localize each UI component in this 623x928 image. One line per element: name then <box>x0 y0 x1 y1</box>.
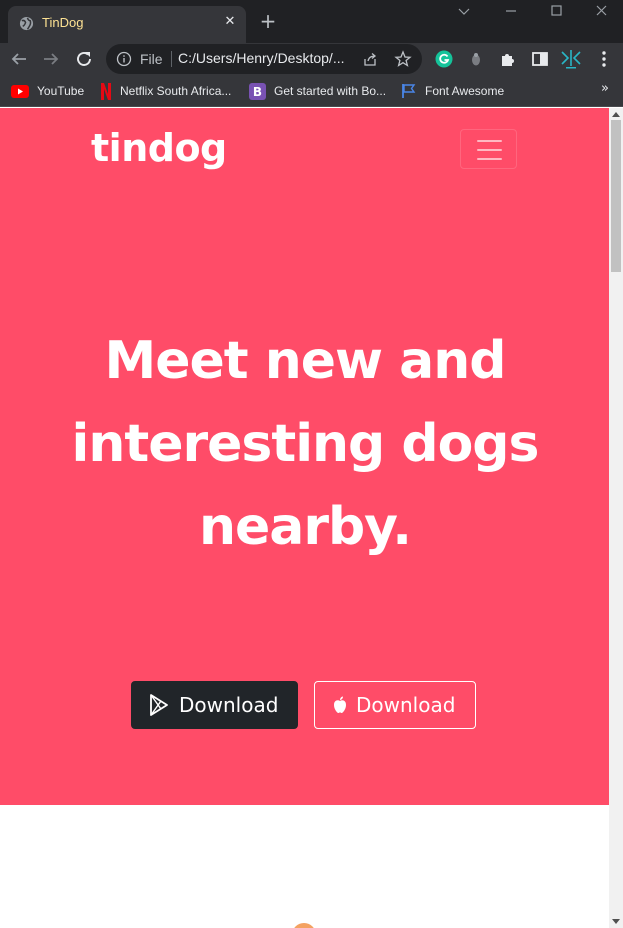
google-play-icon <box>150 694 168 716</box>
reload-icon[interactable] <box>71 46 97 72</box>
netflix-icon <box>101 82 111 100</box>
page-viewport: tindog Meet new and interesting dogs nea… <box>0 108 609 928</box>
browser-tab-bar: TinDog ✕ + <box>0 0 623 43</box>
globe-icon <box>19 16 34 31</box>
tab-title: TinDog <box>42 15 84 30</box>
bookmark-label: Get started with Bo... <box>274 84 387 98</box>
bookmark-netflix[interactable]: Netflix South Africa... <box>100 81 231 101</box>
side-panel-icon[interactable] <box>527 46 553 72</box>
hamburger-icon-line <box>477 140 502 142</box>
extension-icon[interactable] <box>463 46 489 72</box>
hamburger-icon-line <box>477 158 502 160</box>
url-text[interactable]: C:/Users/Henry/Desktop/... <box>178 50 345 66</box>
svg-text:B: B <box>253 85 262 99</box>
share-icon[interactable] <box>362 51 379 68</box>
bookmark-label: Netflix South Africa... <box>120 84 232 98</box>
scroll-down-arrow-icon[interactable] <box>612 917 620 925</box>
scroll-up-arrow-icon[interactable] <box>612 111 620 119</box>
partial-image <box>292 923 316 928</box>
profile-icon[interactable] <box>558 46 584 72</box>
bootstrap-icon: B <box>249 82 266 100</box>
scrollbar-thumb[interactable] <box>611 120 621 272</box>
grammarly-icon[interactable] <box>431 46 457 72</box>
bookmark-label: Font Awesome <box>425 84 505 98</box>
plus-icon[interactable]: + <box>256 9 280 33</box>
bookmark-font-awesome[interactable]: Font Awesome <box>401 81 504 101</box>
minimize-icon[interactable] <box>488 0 534 28</box>
info-icon[interactable] <box>116 51 132 67</box>
navbar-toggler-button[interactable] <box>460 129 517 169</box>
google-play-download-button[interactable]: Download <box>131 681 298 729</box>
hamburger-icon-line <box>477 149 502 151</box>
chevron-down-icon[interactable] <box>441 0 487 28</box>
youtube-icon <box>11 84 29 98</box>
back-icon[interactable] <box>6 46 32 72</box>
address-separator <box>171 51 172 67</box>
bookmarks-bar: YouTube Netflix South Africa... B Get st… <box>0 75 623 107</box>
browser-tab[interactable]: TinDog ✕ <box>8 6 246 43</box>
bookmark-bootstrap[interactable]: B Get started with Bo... <box>249 81 386 101</box>
bookmark-youtube[interactable]: YouTube <box>11 81 84 101</box>
page-scrollbar[interactable] <box>609 108 623 928</box>
flag-icon <box>402 84 416 98</box>
hero-headline: Meet new and interesting dogs nearby. <box>71 331 540 557</box>
maximize-icon[interactable] <box>534 0 580 28</box>
apple-download-button[interactable]: Download <box>314 681 476 729</box>
chevron-right-double-icon[interactable]: » <box>601 81 609 96</box>
puzzle-icon[interactable] <box>495 46 521 72</box>
navbar-brand[interactable]: tindog <box>91 126 227 170</box>
star-icon[interactable] <box>394 50 412 68</box>
download-button-label: Download <box>179 693 279 717</box>
download-button-label: Download <box>356 693 456 717</box>
hero-section: tindog Meet new and interesting dogs nea… <box>0 108 609 805</box>
apple-icon <box>334 696 346 713</box>
close-icon[interactable] <box>578 0 623 28</box>
bookmark-label: YouTube <box>37 84 85 98</box>
browser-toolbar: File C:/Users/Henry/Desktop/... <box>0 43 623 75</box>
forward-icon[interactable] <box>38 46 64 72</box>
close-icon[interactable]: ✕ <box>222 14 238 30</box>
url-scheme-label: File <box>140 51 163 67</box>
more-vert-icon[interactable] <box>591 46 617 72</box>
address-bar[interactable]: File C:/Users/Henry/Desktop/... <box>106 44 422 74</box>
